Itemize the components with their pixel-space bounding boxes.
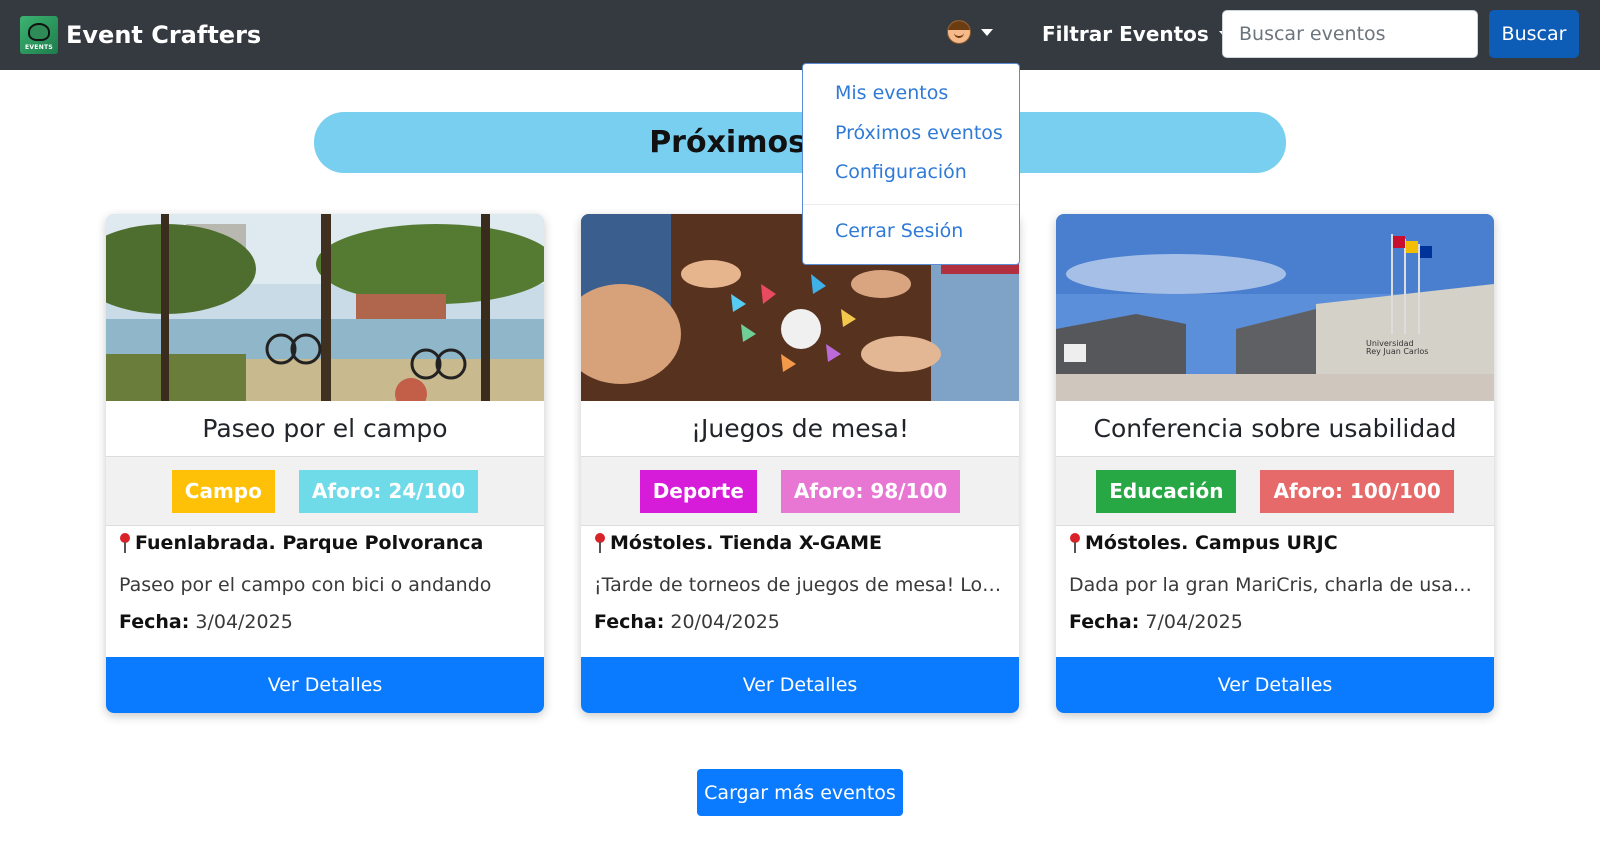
event-image: Universidad Rey Juan Carlos <box>1056 214 1494 401</box>
location-text: Móstoles. Campus URJC <box>1085 532 1338 554</box>
event-description: Dada por la gran MariCris, charla de usa… <box>1069 574 1479 596</box>
menu-item-upcoming-events[interactable]: Próximos eventos <box>835 122 1003 144</box>
load-more-button[interactable]: Cargar más eventos <box>697 769 903 816</box>
date-value: 7/04/2025 <box>1145 611 1243 633</box>
menu-item-logout[interactable]: Cerrar Sesión <box>835 220 963 242</box>
user-dropdown-menu: Mis eventos Próximos eventos Configuraci… <box>802 63 1020 265</box>
event-crafters-logo-icon: EVENTS <box>20 16 58 54</box>
category-badge: Deporte <box>639 469 757 513</box>
capacity-badge: Aforo: 24/100 <box>298 469 479 513</box>
event-title: Conferencia sobre usabilidad <box>1056 401 1494 457</box>
event-date: Fecha: 3/04/2025 <box>119 611 293 633</box>
view-details-button[interactable]: Ver Detalles <box>1056 657 1494 713</box>
map-pin-icon <box>119 533 131 553</box>
logo-text: EVENTS <box>24 44 54 51</box>
view-details-button[interactable]: Ver Detalles <box>581 657 1019 713</box>
search-input[interactable] <box>1222 10 1478 58</box>
event-title: Paseo por el campo <box>106 401 544 457</box>
menu-item-my-events[interactable]: Mis eventos <box>835 82 948 104</box>
menu-item-settings[interactable]: Configuración <box>835 161 967 183</box>
capacity-badge: Aforo: 100/100 <box>1260 469 1454 513</box>
event-card: Universidad Rey Juan Carlos Conferencia … <box>1056 214 1494 713</box>
event-tags: Deporte Aforo: 98/100 <box>581 457 1019 526</box>
user-menu-toggle[interactable] <box>947 20 993 44</box>
event-tags: Campo Aforo: 24/100 <box>106 457 544 526</box>
menu-divider <box>803 204 1019 205</box>
section-heading: Próximos eventos <box>314 112 1286 173</box>
location-text: Fuenlabrada. Parque Polvoranca <box>135 532 484 554</box>
event-date: Fecha: 20/04/2025 <box>594 611 780 633</box>
event-tags: Educación Aforo: 100/100 <box>1056 457 1494 526</box>
event-card: ¡Juegos de mesa! Deporte Aforo: 98/100 M… <box>581 214 1019 713</box>
event-description: Paseo por el campo con bici o andando <box>119 574 492 596</box>
navbar: EVENTS Event Crafters Filtrar Eventos Bu… <box>0 0 1600 70</box>
category-badge: Campo <box>171 469 275 513</box>
date-label: Fecha: <box>1069 611 1140 633</box>
date-value: 20/04/2025 <box>670 611 780 633</box>
event-location: Móstoles. Tienda X-GAME <box>594 532 882 554</box>
event-location: Fuenlabrada. Parque Polvoranca <box>119 532 483 554</box>
view-details-button[interactable]: Ver Detalles <box>106 657 544 713</box>
capacity-badge: Aforo: 98/100 <box>780 469 961 513</box>
map-pin-icon <box>1069 533 1081 553</box>
search-button[interactable]: Buscar <box>1489 10 1579 58</box>
date-label: Fecha: <box>594 611 665 633</box>
event-location: Móstoles. Campus URJC <box>1069 532 1338 554</box>
event-date: Fecha: 7/04/2025 <box>1069 611 1243 633</box>
filter-events-dropdown[interactable]: Filtrar Eventos <box>1042 22 1231 46</box>
date-value: 3/04/2025 <box>195 611 293 633</box>
svg-text:Rey Juan Carlos: Rey Juan Carlos <box>1366 347 1428 356</box>
event-title: ¡Juegos de mesa! <box>581 401 1019 457</box>
event-card: Paseo por el campo Campo Aforo: 24/100 F… <box>106 214 544 713</box>
filter-events-label: Filtrar Eventos <box>1042 22 1209 46</box>
event-description: ¡Tarde de torneos de juegos de mesa! Los… <box>594 574 1004 596</box>
event-image <box>106 214 544 401</box>
brand-name: Event Crafters <box>66 21 262 49</box>
brand[interactable]: EVENTS Event Crafters <box>20 16 261 54</box>
map-pin-icon <box>594 533 606 553</box>
date-label: Fecha: <box>119 611 190 633</box>
location-text: Móstoles. Tienda X-GAME <box>610 532 883 554</box>
chevron-down-icon <box>981 28 993 36</box>
avatar-icon <box>947 20 971 44</box>
category-badge: Educación <box>1096 469 1237 513</box>
